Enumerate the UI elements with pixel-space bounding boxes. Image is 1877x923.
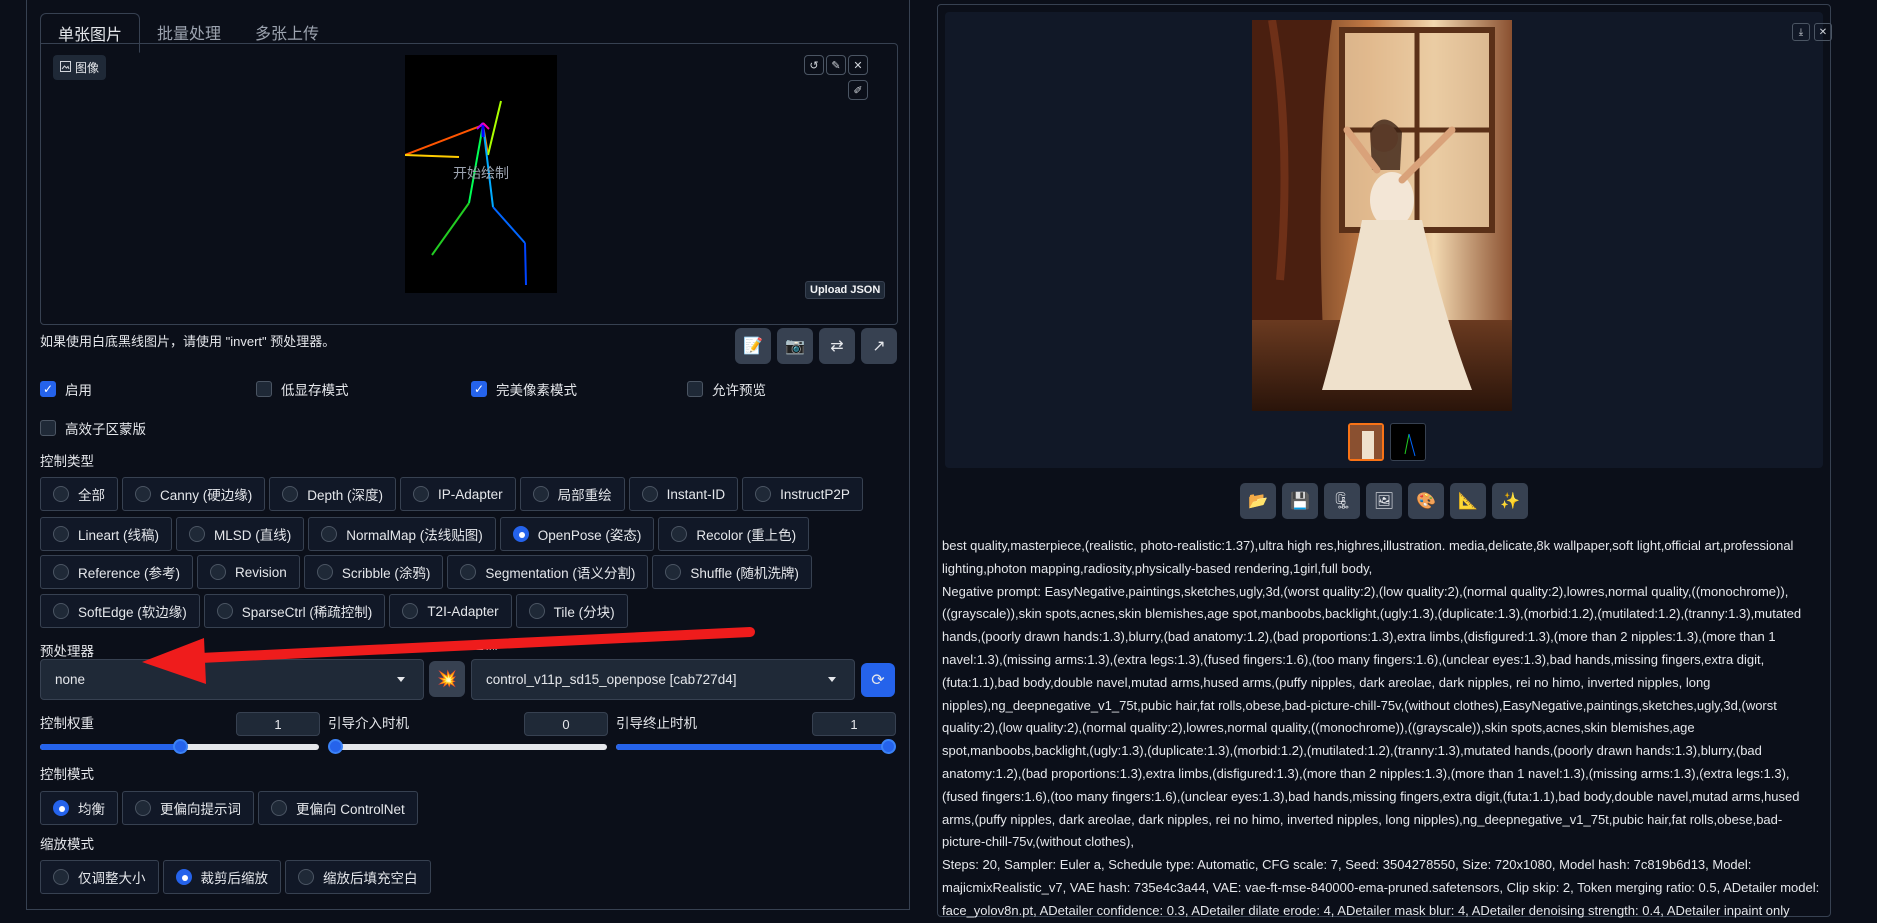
output-gallery: ⤓ ✕ xyxy=(945,12,1832,468)
send-to-extras-icon[interactable]: 📐 xyxy=(1450,483,1486,519)
generation-info: best quality,masterpiece,(realistic, pho… xyxy=(942,535,1822,923)
open-folder-icon[interactable]: 📂 xyxy=(1240,483,1276,519)
sparkle-icon[interactable]: ✨ xyxy=(1492,483,1528,519)
send-to-img2img-icon[interactable]: 🖼 xyxy=(1366,483,1402,519)
output-panel: ⤓ ✕ 📂 💾 🗜 🖼 🎨 📐 ✨ best quality,masterpie… xyxy=(937,4,1832,918)
prompt-text: best quality,masterpiece,(realistic, pho… xyxy=(942,538,1794,576)
params-text: Steps: 20, Sampler: Euler a, Schedule ty… xyxy=(942,857,1820,918)
save-icon[interactable]: 💾 xyxy=(1282,483,1318,519)
thumbnail-generated[interactable] xyxy=(1348,423,1384,461)
close-icon[interactable]: ✕ xyxy=(1814,23,1832,41)
download-icon[interactable]: ⤓ xyxy=(1792,23,1810,41)
negative-prompt-text: Negative prompt: EasyNegative,paintings,… xyxy=(942,583,1802,850)
send-to-inpaint-icon[interactable]: 🎨 xyxy=(1408,483,1444,519)
thumbnail-pose[interactable] xyxy=(1390,423,1426,461)
generated-image[interactable] xyxy=(1252,20,1512,411)
zip-icon[interactable]: 🗜 xyxy=(1324,483,1360,519)
